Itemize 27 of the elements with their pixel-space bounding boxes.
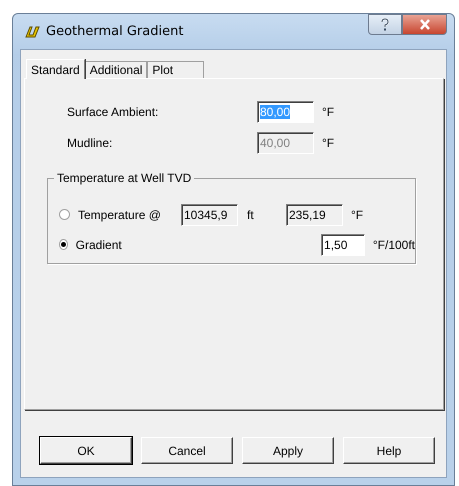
group-title: Temperature at Well TVD — [54, 171, 194, 185]
unit-label: °F — [351, 208, 364, 222]
dialog-button[interactable]: OK — [40, 437, 132, 464]
tab[interactable]: Additional — [84, 61, 148, 78]
field-label: Mudline: — [66, 136, 114, 150]
dialog-button[interactable]: Cancel — [141, 437, 233, 464]
input-field: 40,00 — [257, 132, 314, 154]
field-label: Surface Ambient: — [66, 104, 160, 118]
input-field[interactable]: 1,50 — [321, 234, 365, 256]
app-logo-icon — [24, 24, 40, 38]
dialog-button[interactable]: Apply — [242, 437, 334, 464]
option-label: Gradient — [76, 238, 123, 252]
unit-label: °F/100ft — [372, 238, 416, 252]
radio-button[interactable] — [59, 209, 70, 220]
dialog-button[interactable]: Help — [343, 437, 435, 464]
unit-label: °F — [322, 104, 334, 118]
input-field: 10345,9 — [181, 204, 238, 226]
unit-label: °F — [322, 136, 334, 150]
help-icon[interactable] — [368, 14, 402, 35]
window-title: Geothermal Gradient — [46, 24, 184, 39]
unit-label: ft — [247, 208, 255, 222]
tab[interactable]: Standard — [26, 59, 85, 79]
radio-button[interactable] — [59, 239, 68, 250]
input-field: 235,19 — [286, 204, 343, 226]
tab[interactable]: Plot — [147, 61, 204, 78]
close-icon[interactable] — [402, 14, 447, 35]
option-label: Temperature @ — [78, 208, 162, 222]
